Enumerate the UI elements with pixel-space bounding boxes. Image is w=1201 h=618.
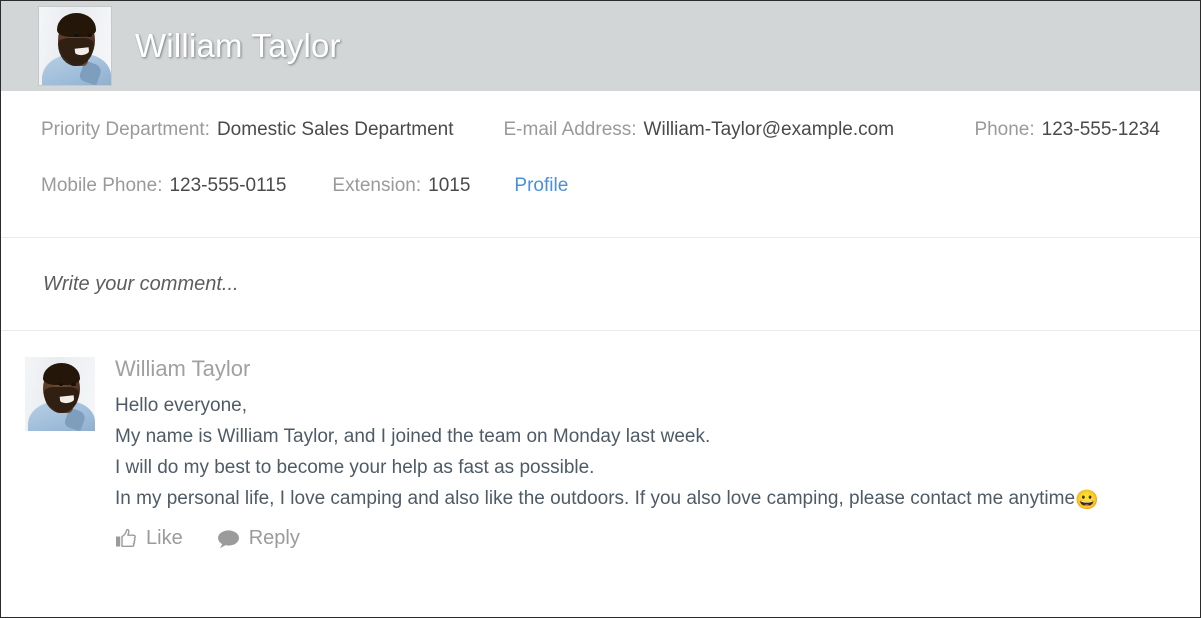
- priority-department-field: Priority Department: Domestic Sales Depa…: [41, 119, 454, 141]
- header-avatar: [39, 7, 111, 85]
- email-value: William-Taylor@example.com: [643, 119, 895, 140]
- priority-department-value: Domestic Sales Department: [216, 119, 454, 140]
- comment-text: Hello everyone, My name is William Taylo…: [115, 390, 1176, 516]
- portrait-photo: [39, 7, 111, 85]
- mobile-phone-value: 123-555-0115: [169, 175, 287, 196]
- email-field: E-mail Address: William-Taylor@example.c…: [504, 119, 895, 141]
- comment-line: I will do my best to become your help as…: [115, 457, 595, 479]
- comment-input-placeholder[interactable]: Write your comment...: [43, 273, 239, 296]
- comment-line: Hello everyone,: [115, 395, 248, 417]
- mobile-phone-label: Mobile Phone:: [41, 175, 163, 196]
- contact-info-row-2: Mobile Phone: 123-555-0115 Extension: 10…: [1, 175, 1200, 237]
- grinning-face-emoji: 😀: [1075, 490, 1099, 512]
- profile-header: William Taylor: [1, 1, 1200, 91]
- reply-label: Reply: [248, 527, 300, 550]
- reply-button[interactable]: Reply: [217, 527, 300, 550]
- page-title: William Taylor: [135, 27, 341, 64]
- priority-department-label: Priority Department:: [41, 119, 210, 140]
- portrait-photo: [25, 357, 95, 431]
- extension-field: Extension: 1015: [332, 175, 470, 197]
- contact-info-panel: Priority Department: Domestic Sales Depa…: [1, 91, 1200, 237]
- comment-list: William Taylor Hello everyone, My name i…: [1, 331, 1200, 550]
- comment-avatar[interactable]: [25, 357, 95, 431]
- profile-link[interactable]: Profile: [514, 175, 568, 197]
- comment-item: William Taylor Hello everyone, My name i…: [1, 356, 1200, 550]
- extension-label: Extension:: [332, 175, 422, 196]
- phone-value: 123-555-1234: [1041, 119, 1160, 140]
- extension-value: 1015: [428, 175, 471, 196]
- speech-bubble-icon: [217, 529, 240, 549]
- email-label: E-mail Address:: [503, 119, 637, 140]
- comment-line-text: In my personal life, I love camping and …: [115, 488, 1076, 510]
- like-button[interactable]: Like: [115, 527, 183, 550]
- comment-line-with-emoji: In my personal life, I love camping and …: [115, 483, 1176, 516]
- mobile-phone-field: Mobile Phone: 123-555-0115: [41, 175, 286, 197]
- comment-actions: Like Reply: [115, 527, 1176, 550]
- comment-body: William Taylor Hello everyone, My name i…: [115, 356, 1176, 550]
- contact-info-row-1: Priority Department: Domestic Sales Depa…: [1, 119, 1200, 175]
- phone-label: Phone:: [974, 119, 1035, 140]
- profile-page: William Taylor Priority Department: Dome…: [0, 0, 1201, 618]
- phone-field: Phone: 123-555-1234: [974, 119, 1160, 141]
- thumbs-up-icon: [115, 528, 137, 549]
- comment-compose-area[interactable]: Write your comment...: [1, 238, 1200, 330]
- comment-line: My name is William Taylor, and I joined …: [115, 426, 711, 448]
- like-label: Like: [146, 527, 183, 550]
- comment-author: William Taylor: [115, 356, 251, 381]
